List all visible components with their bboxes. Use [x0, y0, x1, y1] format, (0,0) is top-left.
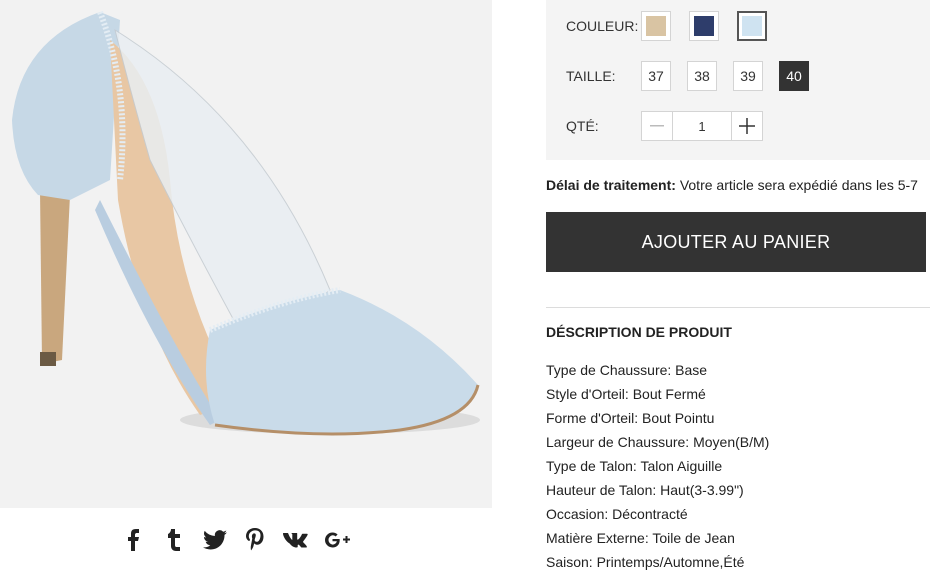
product-options: COULEUR: TAILLE: 37 38 39 40 QTÉ: [546, 0, 930, 160]
swatch-fill [694, 16, 714, 36]
divider [546, 307, 930, 308]
minus-icon [650, 125, 664, 127]
color-swatch-navy[interactable] [689, 11, 719, 41]
size-option-39[interactable]: 39 [733, 61, 763, 91]
size-option-38[interactable]: 38 [687, 61, 717, 91]
qty-input[interactable] [673, 112, 731, 140]
product-image[interactable] [0, 0, 492, 508]
processing-label: Délai de traitement: [546, 177, 676, 193]
description-item: Type de Chaussure: Base [546, 362, 708, 378]
qty-increment-button[interactable] [731, 112, 762, 140]
twitter-icon[interactable] [202, 527, 228, 553]
size-option-37[interactable]: 37 [641, 61, 671, 91]
description-item: Largeur de Chaussure: Moyen(B/M) [546, 434, 770, 450]
qty-label: QTÉ: [566, 118, 599, 134]
color-swatch-light-blue[interactable] [737, 11, 767, 41]
description-item: Saison: Printemps/Automne,Été [546, 554, 745, 570]
tumblr-icon[interactable] [161, 527, 187, 553]
color-label: COULEUR: [566, 18, 639, 34]
qty-decrement-button[interactable] [642, 112, 673, 140]
google-plus-icon[interactable] [324, 527, 350, 553]
processing-time: Délai de traitement: Votre article sera … [546, 177, 930, 193]
swatch-fill [742, 16, 762, 36]
description-list: Type de Chaussure: Base Style d'Orteil: … [546, 360, 930, 576]
vk-icon[interactable] [283, 527, 309, 553]
description-item: Forme d'Orteil: Bout Pointu [546, 410, 715, 426]
description-item: Occasion: Décontracté [546, 506, 688, 522]
plus-icon [739, 118, 755, 134]
processing-text: Votre article sera expédié dans les 5-7 [675, 177, 918, 193]
facebook-icon[interactable] [120, 527, 146, 553]
size-label: TAILLE: [566, 68, 616, 84]
size-option-40[interactable]: 40 [779, 61, 809, 91]
description-item: Matière Externe: Toile de Jean [546, 530, 735, 546]
quantity-stepper [641, 111, 763, 141]
color-swatch-beige[interactable] [641, 11, 671, 41]
description-item: Hauteur de Talon: Haut(3-3.99") [546, 482, 744, 498]
pinterest-icon[interactable] [242, 527, 268, 553]
social-share [120, 524, 350, 556]
description-item: Style d'Orteil: Bout Fermé [546, 386, 706, 402]
denim-pump-illustration [12, 10, 480, 436]
description-title: DÉSCRIPTION DE PRODUIT [546, 324, 732, 340]
description-item: Type de Talon: Talon Aiguille [546, 458, 723, 474]
add-to-cart-button[interactable]: AJOUTER AU PANIER [546, 212, 926, 272]
swatch-fill [646, 16, 666, 36]
